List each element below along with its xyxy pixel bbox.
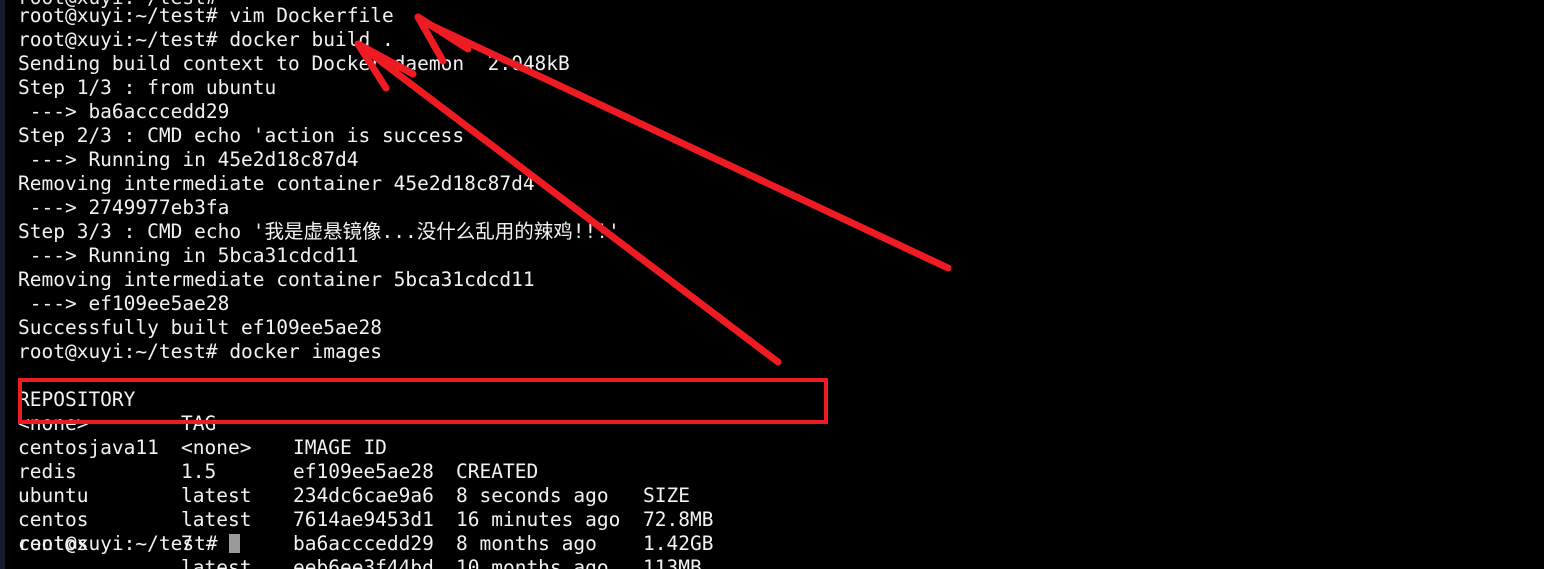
terminal-screen[interactable]: root@xuyi:~/test# root@xuyi:~/test# vim … (0, 0, 1544, 569)
terminal-line-step-3: Step 3/3 : CMD echo '我是虚悬镜像...没什么乱用的辣鸡!!… (18, 220, 620, 243)
terminal-line-docker-images: root@xuyi:~/test# docker images (18, 340, 382, 363)
header-image-id: IMAGE ID (293, 436, 387, 459)
terminal-line-vim-dockerfile: root@xuyi:~/test# vim Dockerfile (18, 4, 394, 27)
cell-tag: latest (181, 508, 252, 531)
cell-tag: 1.5 (181, 460, 217, 483)
terminal-line-step-2: Step 2/3 : CMD echo 'action is success' (18, 124, 476, 147)
header-size: SIZE (643, 484, 690, 507)
cell-tag: latest (181, 484, 252, 507)
terminal-line-layer-2749977eb3fa: ---> 2749977eb3fa (18, 196, 230, 219)
terminal-window: root@xuyi:~/test# root@xuyi:~/test# vim … (0, 0, 1544, 569)
cell-created: 16 minutes ago (456, 508, 621, 531)
cell-image-id: eeb6ee3f44bd (293, 556, 434, 569)
terminal-line-running-45e2d18c87d4: ---> Running in 45e2d18c87d4 (18, 148, 359, 171)
cell-image-id: 234dc6cae9a6 (293, 484, 434, 507)
terminal-line-layer-ba6acccedd29: ---> ba6acccedd29 (18, 100, 230, 123)
cell-size: 113MB (643, 556, 702, 569)
cell-tag: <none> (181, 436, 252, 459)
header-created: CREATED (456, 460, 539, 483)
terminal-line-running-5bca31cdcd11: ---> Running in 5bca31cdcd11 (18, 244, 359, 267)
cell-image-id: ef109ee5ae28 (293, 460, 434, 483)
terminal-line-removing-5bca31cdcd11: Removing intermediate container 5bca31cd… (18, 268, 535, 291)
cell-created: 10 months ago (456, 556, 609, 569)
terminal-line-layer-ef109ee5ae28: ---> ef109ee5ae28 (18, 292, 230, 315)
cell-size: 1.42GB (643, 532, 714, 555)
terminal-line-successfully-built: Successfully built ef109ee5ae28 (18, 316, 382, 339)
dangling-image-highlight-box (18, 378, 828, 424)
terminal-line-sending-context: Sending build context to Docker daemon 2… (18, 52, 570, 75)
terminal-line-docker-build: root@xuyi:~/test# docker build . (18, 28, 394, 51)
terminal-line-removing-45e2d18c87d4: Removing intermediate container 45e2d18c… (18, 172, 535, 195)
prompt-text: root@xuyi:~/test# (18, 532, 230, 555)
cell-created: 8 seconds ago (456, 484, 609, 507)
cell-created: 8 months ago (456, 532, 597, 555)
cell-image-id: ba6acccedd29 (293, 532, 434, 555)
terminal-prompt-line[interactable]: root@xuyi:~/test# (18, 532, 241, 556)
cell-image-id: 7614ae9453d1 (293, 508, 434, 531)
terminal-cursor (229, 534, 241, 553)
cell-size: 72.8MB (643, 508, 714, 531)
cell-tag: latest (181, 556, 252, 569)
terminal-line-step-1: Step 1/3 : from ubuntu (18, 76, 277, 99)
